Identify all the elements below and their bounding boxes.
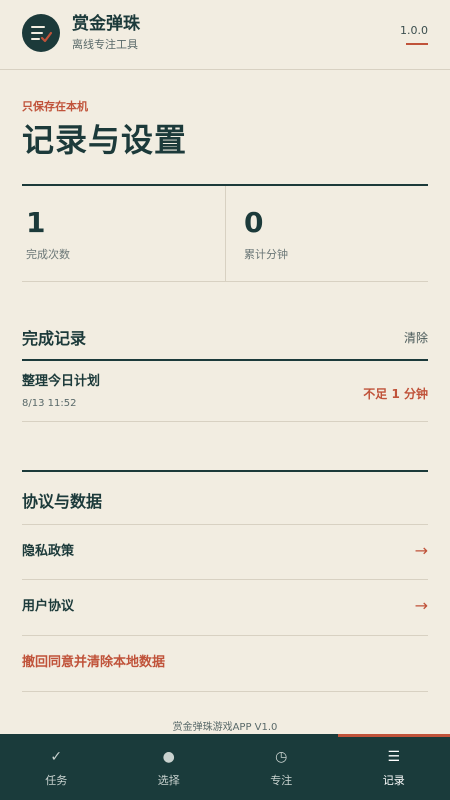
tab-label: 任务 — [45, 774, 68, 787]
stat-value: 1 — [26, 206, 46, 239]
data-section-divider — [22, 470, 428, 472]
active-tab-indicator — [338, 734, 450, 737]
clock-icon: ◷ — [275, 749, 288, 765]
record-item: 整理今日计划 8/13 11:52 不足 1 分钟 — [22, 362, 428, 422]
stat-label: 累计分钟 — [244, 248, 288, 261]
records-section-title: 完成记录 — [22, 329, 87, 348]
menu-label: 隐私政策 — [22, 544, 75, 559]
stat-minutes: 0 累计分钟 — [225, 186, 428, 282]
tab-label: 记录 — [382, 774, 405, 787]
page-kicker: 只保存在本机 — [22, 100, 88, 113]
menu-label: 撤回同意并清除本地数据 — [22, 655, 166, 670]
stats-panel: 1 完成次数 0 累计分钟 — [22, 186, 428, 282]
dot-icon: ● — [162, 749, 175, 765]
stat-value: 0 — [244, 206, 264, 239]
bottom-tab-bar: ✓ 任务 ● 选择 ◷ 专注 ☰ 记录 — [0, 734, 450, 800]
tab-select[interactable]: ● 选择 — [113, 734, 226, 800]
app-name: 赏金弹珠 — [72, 14, 140, 34]
stat-label: 完成次数 — [26, 248, 70, 261]
records-divider — [22, 359, 428, 361]
record-title: 整理今日计划 — [22, 374, 101, 389]
tab-records[interactable]: ☰ 记录 — [338, 734, 450, 800]
app-subtitle: 离线专注工具 — [72, 38, 138, 51]
menu-label: 用户协议 — [22, 599, 75, 614]
arrow-right-icon: → — [414, 541, 428, 560]
tab-tasks[interactable]: ✓ 任务 — [0, 734, 113, 800]
arrow-right-icon: → — [414, 596, 428, 615]
check-icon: ✓ — [50, 749, 63, 765]
clear-records-button[interactable]: 清除 — [404, 330, 428, 346]
tab-label: 专注 — [270, 774, 293, 787]
footer-text: 赏金弹珠游戏APP V1.0 — [172, 722, 278, 733]
app-header: 赏金弹珠 离线专注工具 1.0.0 — [0, 0, 450, 70]
privacy-policy-link[interactable]: 隐私政策 → — [22, 524, 428, 580]
tab-label: 选择 — [157, 774, 180, 787]
version-label: 1.0.0 — [400, 24, 428, 37]
record-status: 不足 1 分钟 — [363, 387, 428, 401]
list-icon: ☰ — [387, 749, 401, 765]
data-section-title: 协议与数据 — [22, 492, 103, 511]
page-title: 记录与设置 — [22, 121, 188, 159]
app-logo-icon — [22, 14, 60, 52]
version-underline — [406, 43, 428, 45]
user-agreement-link[interactable]: 用户协议 → — [22, 580, 428, 636]
revoke-consent-button[interactable]: 撤回同意并清除本地数据 — [22, 636, 428, 692]
stat-completions: 1 完成次数 — [22, 186, 225, 282]
tab-focus[interactable]: ◷ 专注 — [225, 734, 338, 800]
record-time: 8/13 11:52 — [22, 398, 77, 409]
